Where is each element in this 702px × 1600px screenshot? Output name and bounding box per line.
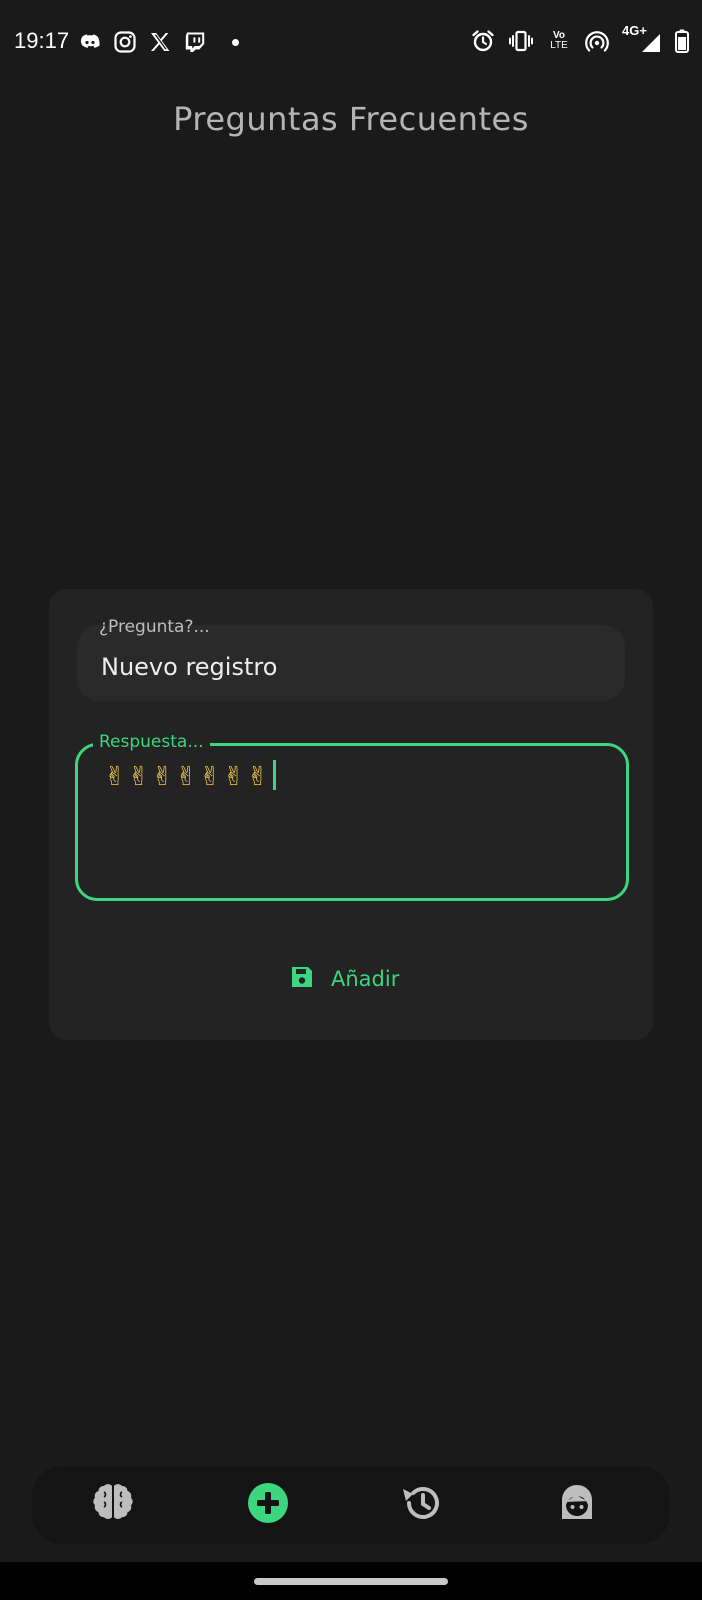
profile-icon: [555, 1481, 599, 1529]
question-input[interactable]: [101, 653, 581, 681]
answer-input-value[interactable]: ✌✌✌✌✌✌✌: [104, 760, 276, 792]
status-right-icons: Vo LTE 4G+: [470, 24, 690, 54]
status-left-icons: [78, 30, 239, 54]
x-icon: [148, 30, 172, 54]
page-title: Preguntas Frecuentes: [173, 100, 529, 138]
volte-bottom-text: LTE: [550, 40, 568, 51]
save-icon: [289, 964, 315, 994]
status-bar: 19:17 Vo LTE 4G+: [0, 0, 702, 88]
add-button[interactable]: Añadir: [289, 959, 399, 999]
bottom-nav: [32, 1466, 670, 1544]
add-circle-icon: [246, 1481, 290, 1529]
status-time: 19:17: [14, 28, 70, 53]
nav-item-brain[interactable]: [90, 1482, 136, 1528]
vibrate-icon: [508, 28, 534, 54]
home-gesture-bar[interactable]: [254, 1578, 448, 1585]
screen: 19:17 Vo LTE 4G+ Preguntas Frecuentes Nu…: [0, 0, 702, 1600]
notification-dot-icon: [232, 38, 239, 46]
signal-4g-icon: 4G+: [622, 24, 662, 54]
discord-icon: [78, 30, 102, 54]
question-field-label: ¿Pregunta?...: [99, 617, 210, 637]
answer-field[interactable]: ✌✌✌✌✌✌✌: [75, 743, 629, 901]
nav-item-add[interactable]: [245, 1482, 291, 1528]
instagram-icon: [113, 30, 137, 54]
answer-text: ✌✌✌✌✌✌✌: [104, 762, 271, 792]
twitch-icon: [183, 30, 207, 54]
history-icon: [399, 1480, 445, 1530]
answer-field-label: Respuesta...: [93, 732, 210, 752]
faq-form-card: ¿Pregunta?... ✌✌✌✌✌✌✌ Respuesta... Añadi…: [49, 589, 653, 1040]
system-nav-area: [0, 1562, 702, 1600]
hotspot-icon: [584, 28, 610, 54]
nav-item-profile[interactable]: [554, 1482, 600, 1528]
brain-icon: [91, 1482, 135, 1528]
volte-icon: Vo LTE: [546, 28, 572, 54]
battery-icon: [674, 28, 690, 54]
add-button-label: Añadir: [331, 967, 400, 991]
alarm-icon: [470, 28, 496, 54]
nav-item-history[interactable]: [399, 1482, 445, 1528]
text-caret: [272, 760, 276, 790]
